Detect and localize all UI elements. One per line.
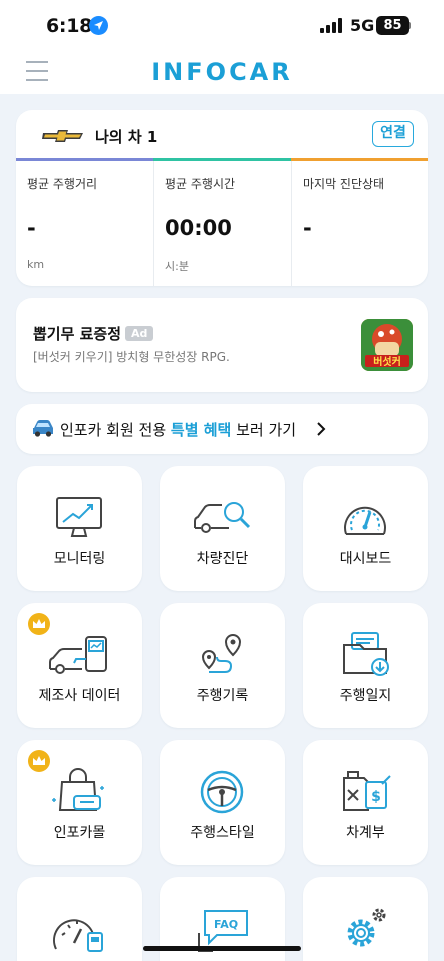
ad-banner[interactable]: 뽑기무 료증정 Ad [버섯커 키우기] 방치형 무한성장 RPG. 버섯커 xyxy=(16,298,428,392)
menu-tile-dashboard[interactable]: 대시보드 xyxy=(303,466,428,591)
car-icon xyxy=(33,420,53,437)
status-time: 6:18 xyxy=(46,15,93,37)
battery-icon: 85 xyxy=(376,16,409,35)
chevron-right-icon xyxy=(317,422,326,436)
location-arrow-icon xyxy=(89,16,108,35)
chevrolet-logo-icon xyxy=(42,130,83,142)
menu-tile-expense-book[interactable]: $ 차계부 xyxy=(303,740,428,865)
menu-tile-monitoring[interactable]: 모니터링 xyxy=(17,466,142,591)
shopping-bag-icon xyxy=(52,768,104,811)
app-header: INFOCAR xyxy=(0,50,444,94)
steering-wheel-icon xyxy=(200,770,244,814)
home-indicator[interactable] xyxy=(143,946,301,951)
premium-crown-icon xyxy=(28,613,50,635)
stat-last-diagnosis: 마지막 진단상태 - xyxy=(291,161,428,286)
stat-avg-time: 평균 주행시간 00:00 시:분 xyxy=(153,161,291,286)
svg-text:버섯커: 버섯커 xyxy=(373,355,401,368)
speedometer-icon xyxy=(344,506,386,535)
cellular-signal-icon xyxy=(320,18,344,33)
menu-tile-manufacturer-data[interactable]: 제조사 데이터 xyxy=(17,603,142,728)
menu-tile-infocar-mall[interactable]: 인포카몰 xyxy=(17,740,142,865)
connect-button[interactable]: 연결 xyxy=(372,121,414,147)
ad-thumbnail: 버섯커 xyxy=(361,319,413,371)
monitor-chart-icon xyxy=(56,497,102,537)
status-bar: 6:18 5G 85 xyxy=(0,0,444,50)
app-logo: INFOCAR xyxy=(151,58,293,86)
ad-title: 뽑기무 료증정 Ad xyxy=(33,323,154,344)
gauge-fuel-icon xyxy=(53,919,103,952)
svg-text:FAQ: FAQ xyxy=(214,918,238,931)
menu-tile-settings[interactable] xyxy=(303,877,428,961)
svg-text:$: $ xyxy=(371,789,381,805)
car-scanner-icon xyxy=(49,636,107,674)
route-pin-icon xyxy=(201,633,242,673)
ad-badge: Ad xyxy=(125,326,154,341)
menu-tile-diagnosis[interactable]: 차량진단 xyxy=(160,466,285,591)
menu-tile-driving-record[interactable]: 주행기록 xyxy=(160,603,285,728)
menu-tile-driving-log[interactable]: 주행일지 xyxy=(303,603,428,728)
premium-crown-icon xyxy=(28,750,50,772)
my-car-card[interactable]: 나의 차 1 연결 평균 주행거리 - km 평균 주행시간 00:00 시:분… xyxy=(16,110,428,286)
promo-text: 인포카 회원 전용 특별 혜택 보러 가기 xyxy=(60,421,297,439)
car-name: 나의 차 1 xyxy=(95,128,158,146)
settings-gears-icon xyxy=(347,908,386,947)
menu-tile-driving-style[interactable]: 주행스타일 xyxy=(160,740,285,865)
menu-tile-gauge[interactable] xyxy=(17,877,142,961)
promo-banner[interactable]: 인포카 회원 전용 특별 혜택 보러 가기 xyxy=(16,404,428,454)
folder-download-icon xyxy=(343,632,389,676)
fuel-receipt-icon: $ xyxy=(343,771,391,811)
car-search-icon xyxy=(194,502,251,533)
ad-description: [버섯커 키우기] 방치형 무한성장 RPG. xyxy=(33,350,230,364)
stat-avg-distance: 평균 주행거리 - km xyxy=(27,177,98,271)
network-type: 5G xyxy=(350,16,375,35)
